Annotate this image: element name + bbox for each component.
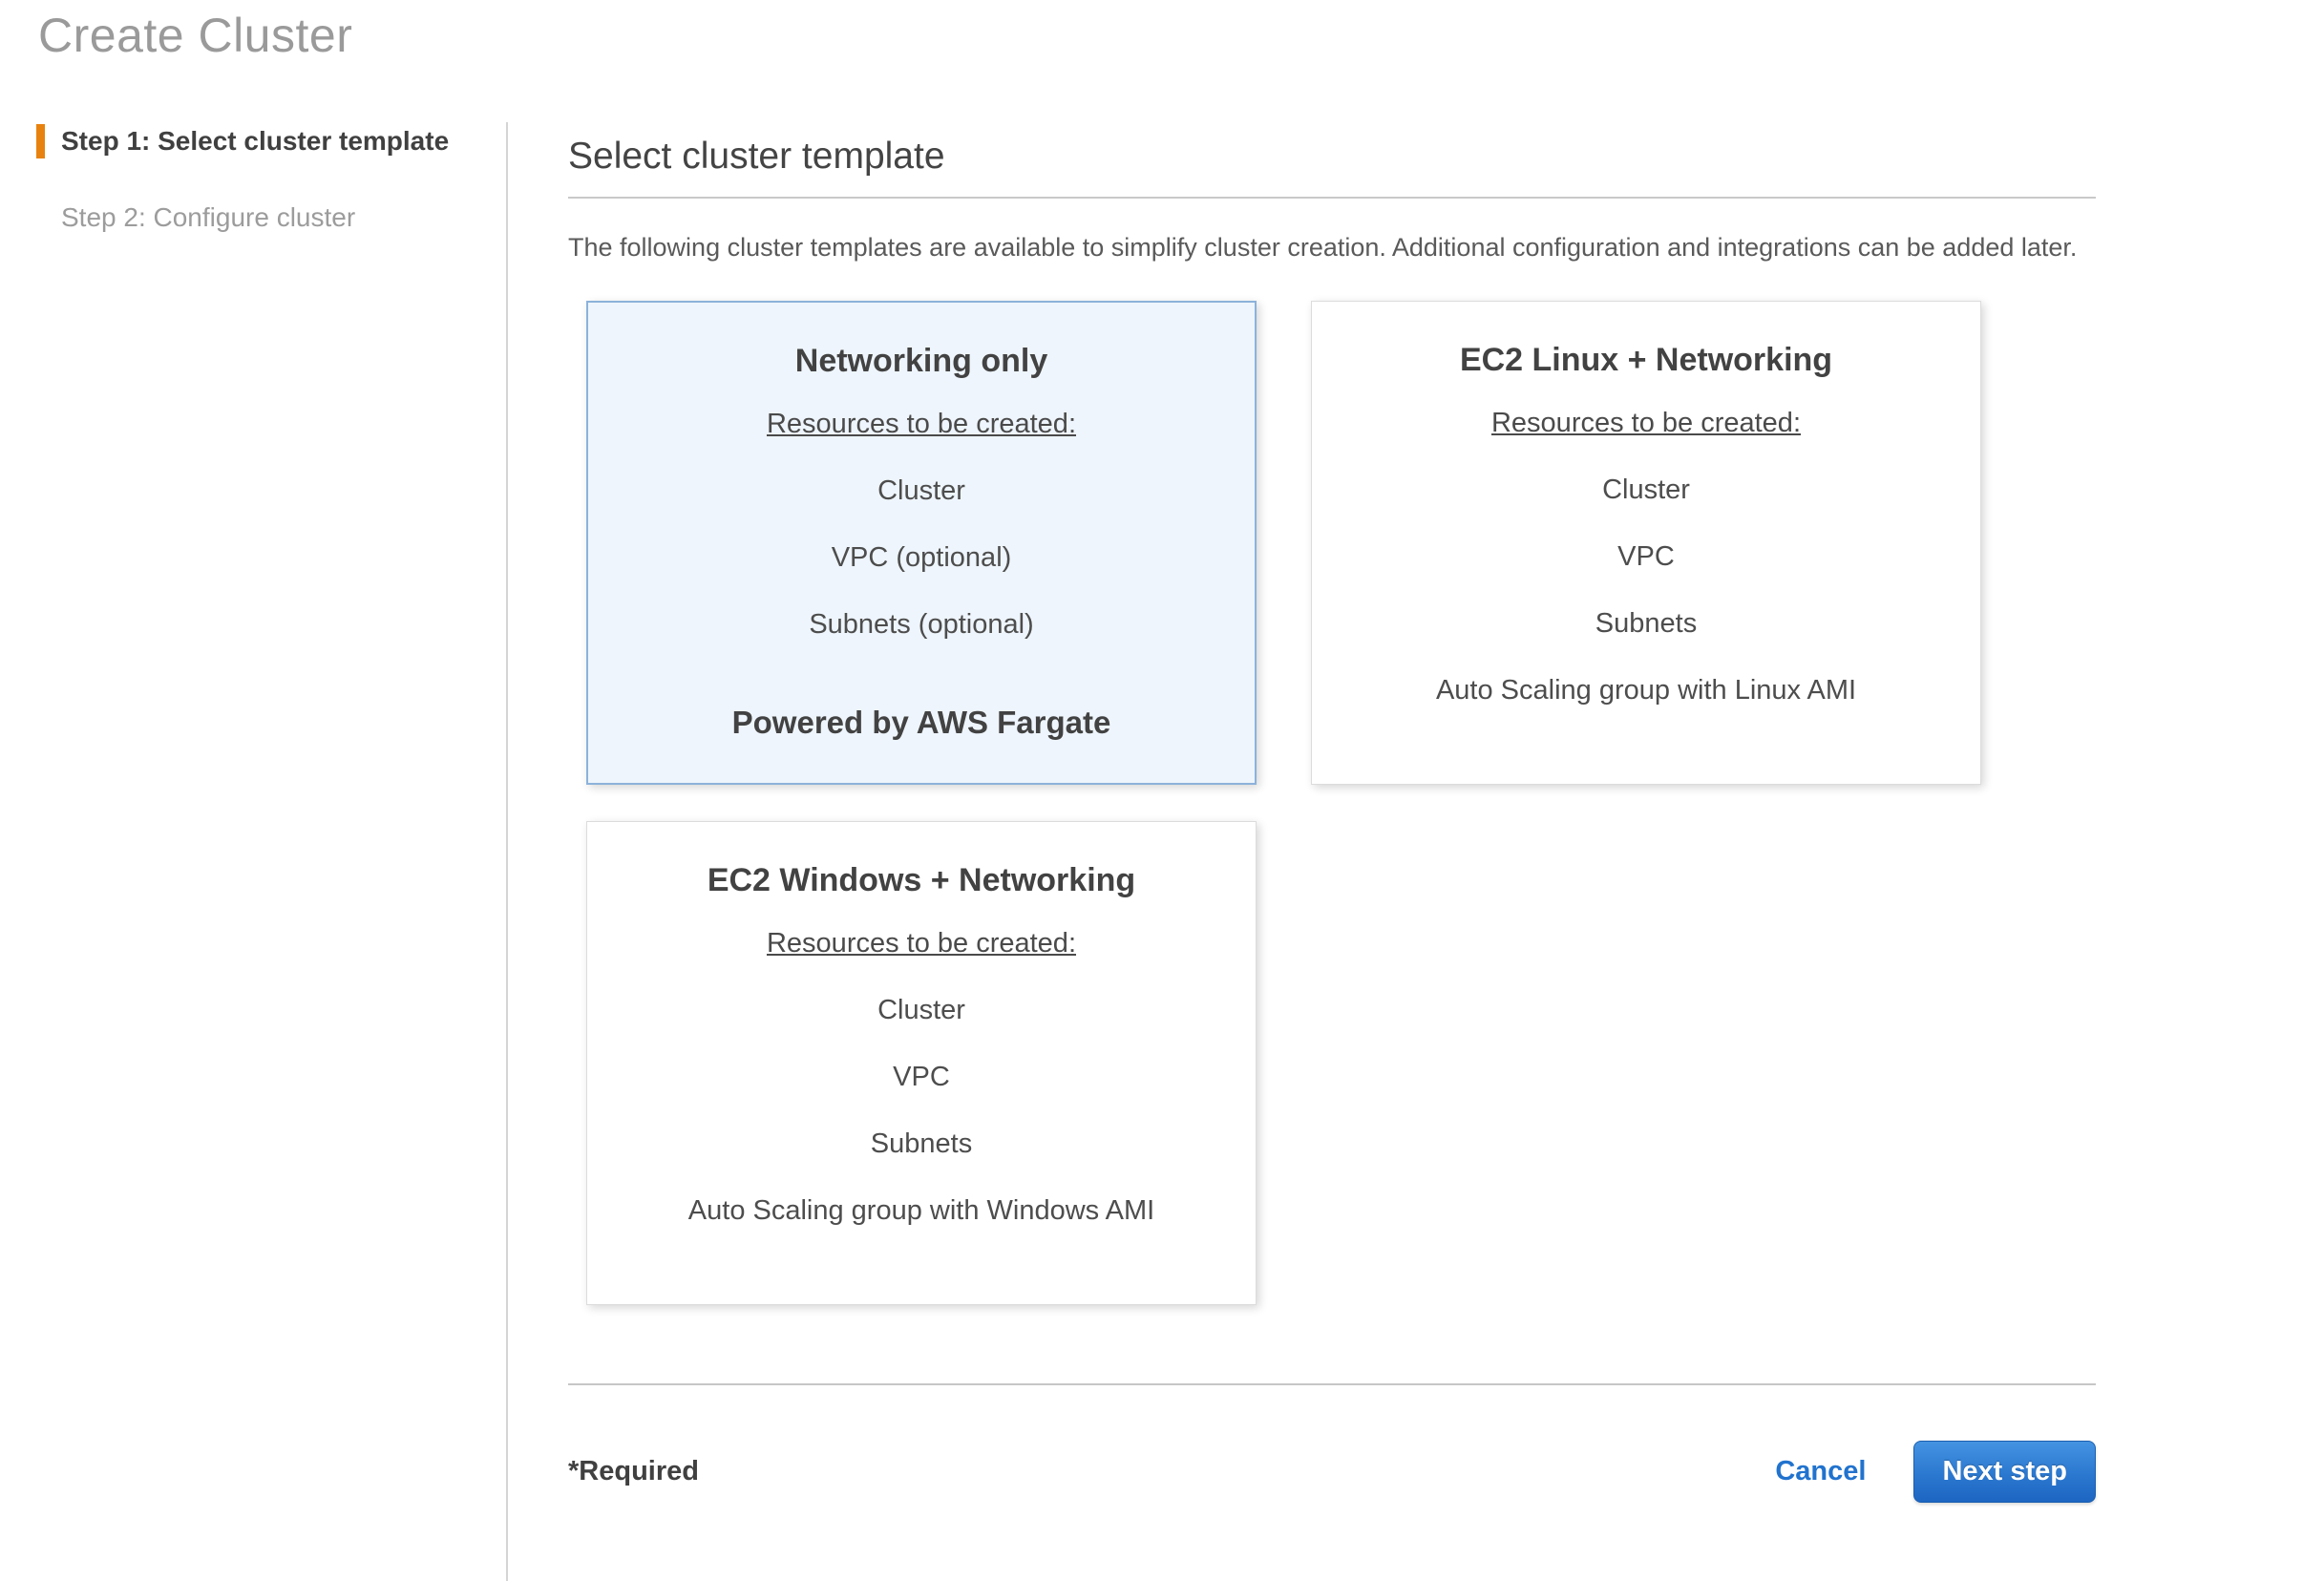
card-resource-item: Cluster — [1602, 474, 1690, 506]
required-label: *Required — [568, 1456, 699, 1487]
card-title: EC2 Linux + Networking — [1460, 342, 1832, 379]
card-resource-item: VPC — [893, 1062, 950, 1093]
sidebar-content-divider — [506, 122, 508, 1581]
card-resource-item: Subnets — [871, 1128, 972, 1160]
main-content: Select cluster template The following cl… — [568, 122, 2096, 1503]
card-resource-item: VPC (optional) — [832, 542, 1012, 574]
template-card-networking-only[interactable]: Networking only Resources to be created:… — [586, 301, 1257, 785]
template-card-ec2-windows-networking[interactable]: EC2 Windows + Networking Resources to be… — [586, 821, 1257, 1305]
section-description: The following cluster templates are avai… — [568, 227, 2096, 268]
card-resources-label: Resources to be created: — [767, 409, 1076, 440]
wizard-steps-nav: Step 1: Select cluster template Step 2: … — [36, 124, 475, 236]
card-fargate-note: Powered by AWS Fargate — [732, 666, 1111, 741]
cancel-link[interactable]: Cancel — [1775, 1456, 1866, 1487]
wizard-footer: *Required Cancel Next step — [568, 1441, 2096, 1503]
card-resource-item: VPC — [1617, 541, 1675, 573]
card-resources-label: Resources to be created: — [767, 928, 1076, 959]
card-resource-item: Cluster — [877, 475, 965, 507]
wizard-step-1-select-cluster-template[interactable]: Step 1: Select cluster template — [36, 124, 475, 158]
card-resource-item: Auto Scaling group with Linux AMI — [1436, 675, 1856, 706]
footer-divider — [568, 1383, 2096, 1385]
footer-actions: Cancel Next step — [1775, 1441, 2096, 1503]
section-heading: Select cluster template — [568, 136, 2096, 178]
card-resources-label: Resources to be created: — [1491, 408, 1801, 439]
card-resource-item: Subnets (optional) — [809, 609, 1033, 641]
next-step-button[interactable]: Next step — [1913, 1441, 2096, 1503]
card-title: Networking only — [795, 343, 1047, 380]
card-title: EC2 Windows + Networking — [708, 862, 1135, 899]
page-title: Create Cluster — [38, 8, 352, 63]
heading-divider — [568, 197, 2096, 199]
template-card-ec2-linux-networking[interactable]: EC2 Linux + Networking Resources to be c… — [1311, 301, 1981, 785]
cluster-template-cards: Networking only Resources to be created:… — [586, 301, 2096, 1305]
wizard-step-2-configure-cluster[interactable]: Step 2: Configure cluster — [36, 200, 475, 235]
card-resource-item: Cluster — [877, 995, 965, 1026]
card-resource-item: Auto Scaling group with Windows AMI — [688, 1195, 1154, 1227]
card-resource-item: Subnets — [1595, 608, 1697, 640]
